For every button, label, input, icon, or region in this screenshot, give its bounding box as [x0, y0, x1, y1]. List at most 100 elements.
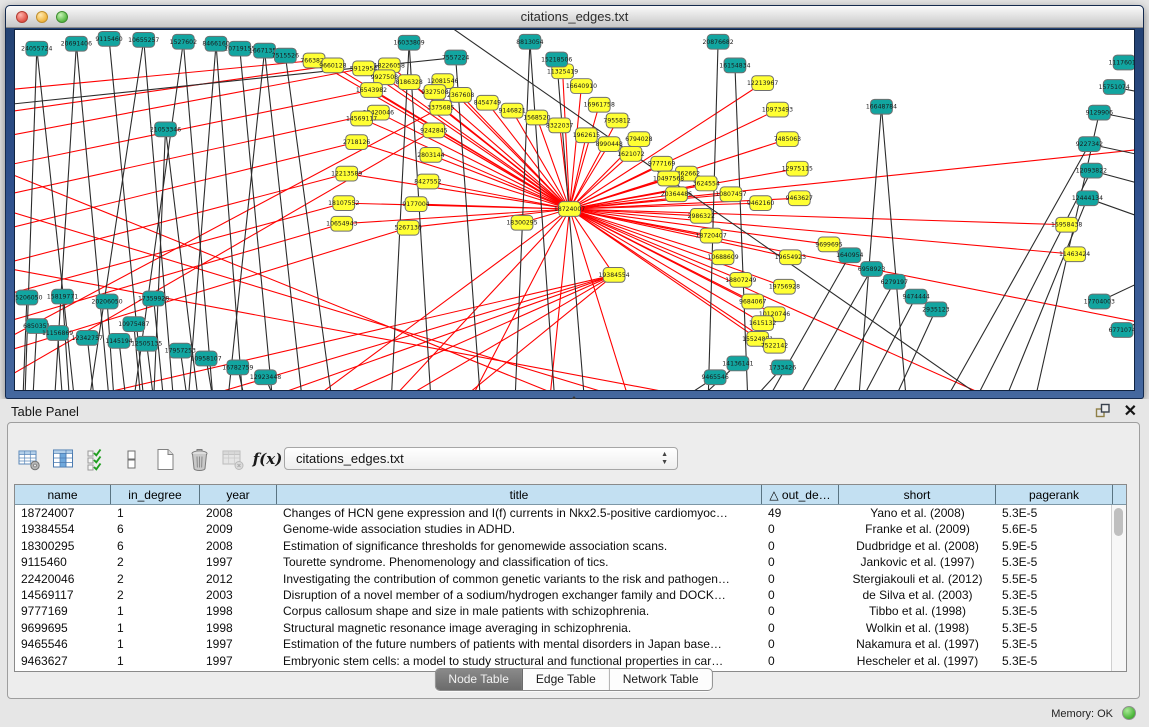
attribute-table-settings-button[interactable]: [16, 446, 43, 473]
graph-node[interactable]: 12975115: [782, 161, 813, 176]
graph-node[interactable]: 18724007: [554, 202, 585, 217]
table-row[interactable]: 2242004622012Investigating the contribut…: [15, 571, 1126, 587]
graph-node[interactable]: 6958923: [858, 262, 885, 277]
column-header[interactable]: year: [200, 485, 277, 504]
graph-node[interactable]: 9177004: [402, 197, 429, 212]
network-view-canvas[interactable]: 1872400718300295766382296601285912954182…: [14, 29, 1135, 391]
graph-node[interactable]: 9327508: [421, 85, 448, 100]
table-row[interactable]: 1830029562008Estimation of significance …: [15, 538, 1126, 554]
graph-node[interactable]: 3375685: [427, 100, 454, 115]
graph-node[interactable]: 24055724: [21, 41, 52, 56]
graph-node[interactable]: 15819771: [47, 289, 78, 304]
graph-node[interactable]: 15958438: [1051, 217, 1082, 232]
graph-node[interactable]: 14136141: [722, 356, 753, 371]
graph-node[interactable]: 9465546: [701, 370, 728, 385]
graph-node[interactable]: 9660128: [319, 58, 346, 73]
graph-node[interactable]: 7515526: [272, 48, 299, 63]
graph-node[interactable]: 9463627: [786, 191, 813, 206]
graph-node[interactable]: 1640954: [836, 248, 863, 263]
graph-node[interactable]: 6771074: [1108, 323, 1134, 338]
function-builder-button[interactable]: f(x): [254, 446, 281, 473]
graph-node[interactable]: 3624554: [693, 176, 720, 191]
create-table-button[interactable]: [152, 446, 179, 473]
graph-node[interactable]: 19384554: [599, 268, 630, 283]
graph-node[interactable]: 8186328: [395, 75, 422, 90]
graph-node[interactable]: 9227342: [1076, 137, 1103, 152]
vertical-scrollbar[interactable]: [1111, 505, 1126, 671]
graph-node[interactable]: 10497568: [653, 171, 684, 186]
graph-node[interactable]: 1733426: [769, 360, 796, 375]
graph-node[interactable]: 16640910: [566, 79, 597, 94]
graph-node[interactable]: 9684067: [739, 294, 766, 309]
graph-node[interactable]: 11176013: [1108, 55, 1134, 70]
graph-node[interactable]: 8813054: [516, 34, 543, 49]
graph-node[interactable]: 9474444: [902, 289, 929, 304]
graph-node[interactable]: 16648784: [866, 99, 897, 114]
delete-table-button[interactable]: [186, 446, 213, 473]
graph-node[interactable]: 7485063: [774, 132, 801, 147]
table-selector-dropdown[interactable]: citations_edges.txt ▲▼: [284, 447, 678, 470]
table-row[interactable]: 977716911998Corpus callosum shape and si…: [15, 603, 1126, 619]
graph-node[interactable]: 11463424: [1059, 247, 1090, 262]
graph-node[interactable]: 18720407: [696, 228, 727, 243]
graph-node[interactable]: 20691406: [61, 36, 92, 51]
graph-node[interactable]: 9777169: [648, 156, 675, 171]
table-row[interactable]: 1456911722003Disruption of a novel membe…: [15, 587, 1126, 603]
graph-node[interactable]: 7955812: [603, 113, 630, 128]
graph-node[interactable]: 10654943: [326, 216, 357, 231]
graph-node[interactable]: 12213967: [747, 76, 778, 91]
graph-node[interactable]: 15218506: [541, 52, 572, 67]
graph-node[interactable]: 16543982: [356, 83, 387, 98]
graph-node[interactable]: 8454749: [474, 95, 501, 110]
table-row[interactable]: 1872400712008Changes of HCN gene express…: [15, 505, 1126, 521]
float-panel-button[interactable]: [1095, 403, 1111, 419]
table-row[interactable]: 911546021997Tourette syndrome. Phenomeno…: [15, 554, 1126, 570]
graph-node[interactable]: 5267130: [394, 220, 421, 235]
graph-node[interactable]: 20364486: [661, 187, 692, 202]
graph-node[interactable]: 2803144: [417, 148, 444, 163]
table-row[interactable]: 969969511998Structural magnetic resonanc…: [15, 620, 1126, 636]
graph-node[interactable]: 1527602: [170, 34, 197, 49]
graph-node[interactable]: 2935123: [922, 302, 949, 317]
window-titlebar[interactable]: citations_edges.txt: [6, 6, 1143, 28]
graph-node[interactable]: 25206050: [15, 290, 43, 305]
graph-node[interactable]: 6794028: [625, 132, 652, 147]
graph-node[interactable]: 18300295: [506, 215, 537, 230]
graph-node[interactable]: 10973493: [762, 102, 793, 117]
column-header[interactable]: in_degree: [111, 485, 200, 504]
column-header[interactable]: short: [839, 485, 996, 504]
graph-node[interactable]: 10688609: [707, 250, 738, 265]
graph-node[interactable]: 12342757: [72, 330, 103, 345]
graph-node[interactable]: 8322037: [546, 118, 573, 133]
graph-node[interactable]: 10958107: [191, 351, 222, 366]
column-header[interactable]: pagerank: [996, 485, 1113, 504]
graph-node[interactable]: 16033809: [394, 35, 425, 50]
graph-node[interactable]: 18807249: [725, 272, 756, 287]
graph-node[interactable]: 17704003: [1084, 294, 1115, 309]
graph-node[interactable]: 1145194: [105, 333, 132, 348]
graph-node[interactable]: 2986322: [688, 209, 715, 224]
graph-node[interactable]: 8427552: [414, 174, 441, 189]
graph-node[interactable]: 16961758: [584, 97, 615, 112]
graph-node[interactable]: 19756928: [769, 279, 800, 294]
tab-node-table[interactable]: Node Table: [435, 669, 523, 690]
graph-node[interactable]: 11156869: [42, 326, 73, 341]
select-columns-button[interactable]: [50, 446, 77, 473]
graph-node[interactable]: 10807457: [715, 187, 746, 202]
graph-node[interactable]: 1621072: [617, 147, 644, 162]
memory-indicator[interactable]: [1122, 706, 1136, 720]
graph-node[interactable]: 9115460: [95, 31, 122, 46]
graph-node[interactable]: 1615132: [749, 316, 776, 331]
graph-node[interactable]: 2367608: [447, 88, 474, 103]
graph-node[interactable]: 9462160: [747, 196, 774, 211]
graph-node[interactable]: 19654923: [775, 250, 806, 265]
graph-node[interactable]: 2718126: [343, 135, 370, 150]
graph-node[interactable]: 7522142: [761, 338, 788, 353]
graph-node[interactable]: 8990448: [596, 137, 623, 152]
graph-node[interactable]: 12093822: [1076, 163, 1107, 178]
column-header[interactable]: title: [277, 485, 762, 504]
graph-node[interactable]: 16154834: [719, 58, 750, 73]
table-row[interactable]: 1938455462009Genome-wide association stu…: [15, 521, 1126, 537]
table-row[interactable]: 946362711997Embryonic stem cells: a mode…: [15, 653, 1126, 669]
graph-node[interactable]: 16782759: [222, 360, 253, 375]
